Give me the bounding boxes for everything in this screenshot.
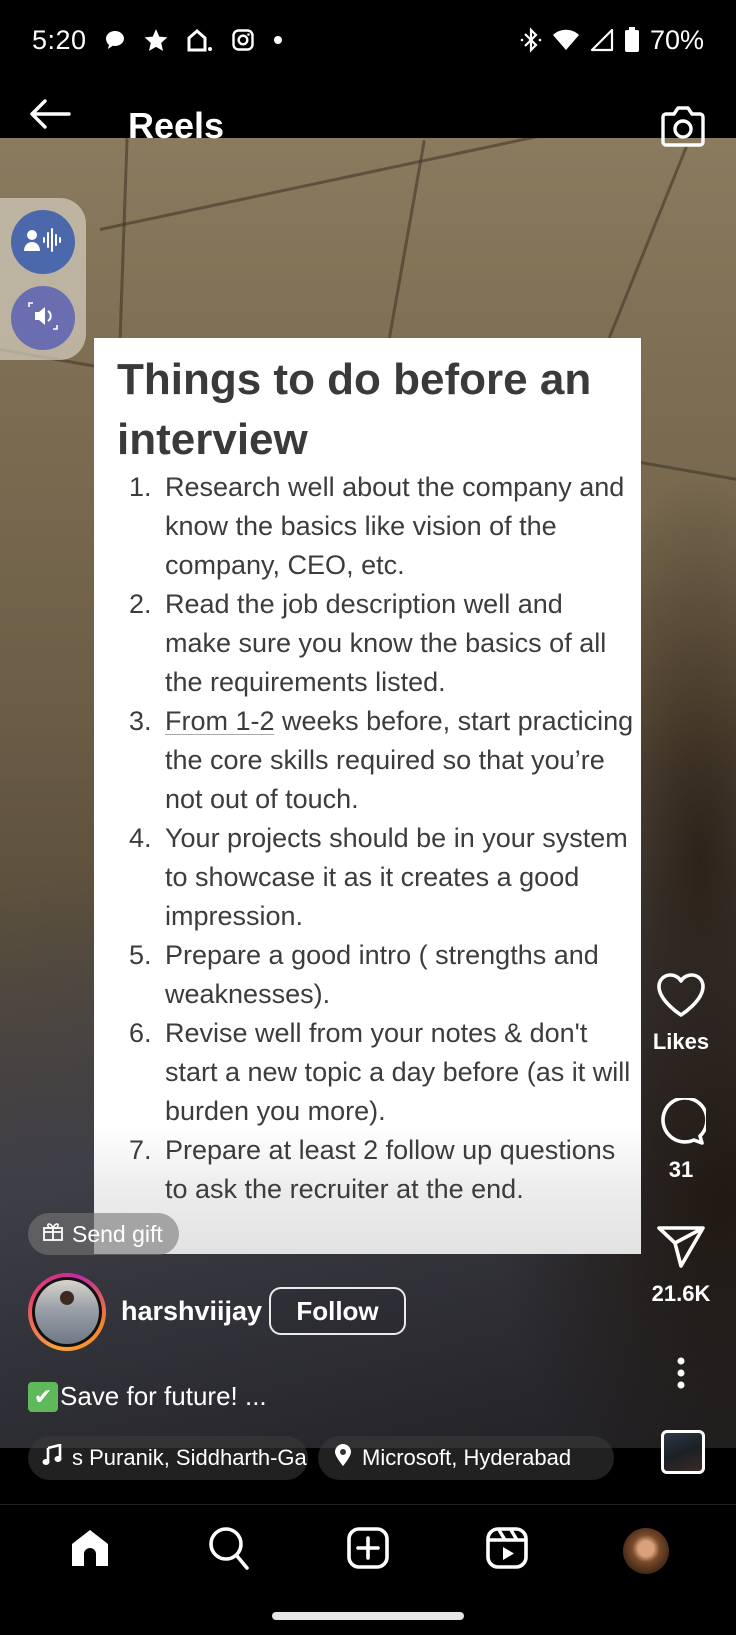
author-avatar[interactable] (28, 1273, 106, 1351)
like-button[interactable]: Likes (626, 972, 736, 1055)
list-item: 1. Research well about the company and kn… (114, 468, 636, 585)
list-item: 7. Prepare at least 2 follow up questions… (114, 1131, 636, 1209)
location-chip[interactable]: Microsoft, Hyderabad (318, 1436, 614, 1480)
home-indicator[interactable] (272, 1612, 464, 1620)
comment-icon (656, 1096, 709, 1151)
reel-text-card: Things to do before an interview 1. Resea… (94, 338, 641, 1254)
heart-icon (656, 972, 706, 1023)
location-pin-icon (334, 1443, 352, 1473)
comment-button[interactable]: 31 (626, 1096, 736, 1183)
reels-icon (486, 1527, 528, 1574)
audio-album-thumbnail[interactable] (661, 1430, 705, 1474)
music-note-icon (42, 1443, 62, 1472)
list-text: Your projects should be in your system t… (165, 823, 628, 931)
list-underlined-text: From 1-2 (165, 706, 275, 736)
profile-avatar (623, 1527, 670, 1574)
list-item: 2. Read the job description well and make… (114, 585, 636, 702)
list-number: 6. (129, 1018, 152, 1048)
share-button[interactable]: 21.6K (626, 1224, 736, 1307)
list-number: 7. (129, 1135, 152, 1165)
more-options-button[interactable] (626, 1356, 736, 1395)
list-text: Prepare at least 2 follow up questions t… (165, 1135, 616, 1204)
cell-signal-icon (590, 28, 614, 52)
bottom-nav (0, 1504, 736, 1596)
gift-icon (42, 1220, 64, 1248)
camera-button[interactable] (660, 104, 706, 148)
list-item: 4. Your projects should be in your system… (114, 819, 636, 936)
star-icon (143, 27, 169, 53)
caption-text: Save for future! ... (60, 1381, 267, 1411)
search-icon (208, 1526, 250, 1575)
likes-label: Likes (652, 1029, 710, 1054)
list-item: 6. Revise well from your notes & don't st… (114, 1014, 636, 1131)
nav-search[interactable] (199, 1521, 259, 1581)
nav-home[interactable] (60, 1521, 120, 1581)
list-text: Research well about the company and know… (165, 472, 625, 580)
arrow-left-icon (28, 98, 72, 135)
chat-bubble-icon (103, 28, 127, 52)
wifi-icon (552, 28, 580, 52)
add-square-icon (347, 1527, 389, 1574)
camera-icon (660, 106, 706, 152)
reel-caption[interactable]: ✔ Save for future! ... (28, 1381, 267, 1412)
back-button[interactable] (28, 98, 72, 134)
sound-amplifier-button[interactable] (11, 286, 75, 350)
list-text: Prepare a good intro ( strengths and wea… (165, 940, 599, 1009)
tips-list: 1. Research well about the company and kn… (114, 468, 636, 1209)
author-username[interactable]: harshviijay (121, 1296, 262, 1327)
status-time: 5:20 (32, 24, 87, 55)
bluetooth-icon (520, 27, 542, 53)
voice-access-button[interactable] (11, 210, 75, 274)
send-icon (656, 1224, 706, 1275)
list-text: Read the job description well and make s… (165, 589, 607, 697)
sound-amplifier-icon (27, 301, 59, 336)
battery-percent: 70% (649, 24, 704, 55)
card-title: Things to do before an interview (117, 355, 592, 464)
list-number: 4. (129, 823, 152, 853)
send-gift-label: Send gift (72, 1220, 163, 1247)
location-text: Microsoft, Hyderabad (362, 1445, 572, 1470)
nav-create[interactable] (338, 1521, 398, 1581)
ceiling-line (595, 146, 688, 370)
check-mark-icon: ✔ (28, 1381, 58, 1412)
more-vertical-icon (676, 1356, 686, 1395)
nav-profile[interactable] (616, 1521, 676, 1581)
send-gift-button[interactable]: Send gift (28, 1213, 179, 1255)
list-number: 1. (129, 472, 152, 502)
home-icon (69, 1527, 111, 1574)
list-item: 3. From 1-2 weeks before, start practicin… (114, 702, 636, 819)
instagram-icon (231, 28, 255, 52)
avatar-image (35, 1280, 99, 1344)
page-title: Reels (128, 105, 225, 146)
battery-icon (624, 27, 640, 53)
dot-icon (271, 33, 285, 47)
avatar-border (32, 1277, 102, 1347)
comment-count: 31 (668, 1157, 694, 1182)
list-number: 2. (129, 589, 152, 619)
music-text: s Puranik, Siddharth-Ga (72, 1445, 307, 1470)
list-text: Revise well from your notes & don't star… (165, 1018, 631, 1126)
home-alert-icon (185, 27, 215, 53)
voice-access-icon (24, 227, 62, 258)
music-chip[interactable]: s Puranik, Siddharth-Ga (28, 1436, 308, 1480)
list-number: 3. (129, 706, 152, 736)
nav-reels[interactable] (477, 1521, 537, 1581)
share-count: 21.6K (651, 1281, 711, 1306)
status-bar: 5:20 70% (0, 0, 736, 80)
list-number: 5. (129, 940, 152, 970)
list-item: 5. Prepare a good intro ( strengths and w… (114, 936, 636, 1014)
follow-button[interactable]: Follow (269, 1287, 406, 1335)
accessibility-panel (0, 198, 86, 360)
top-nav (0, 80, 736, 138)
